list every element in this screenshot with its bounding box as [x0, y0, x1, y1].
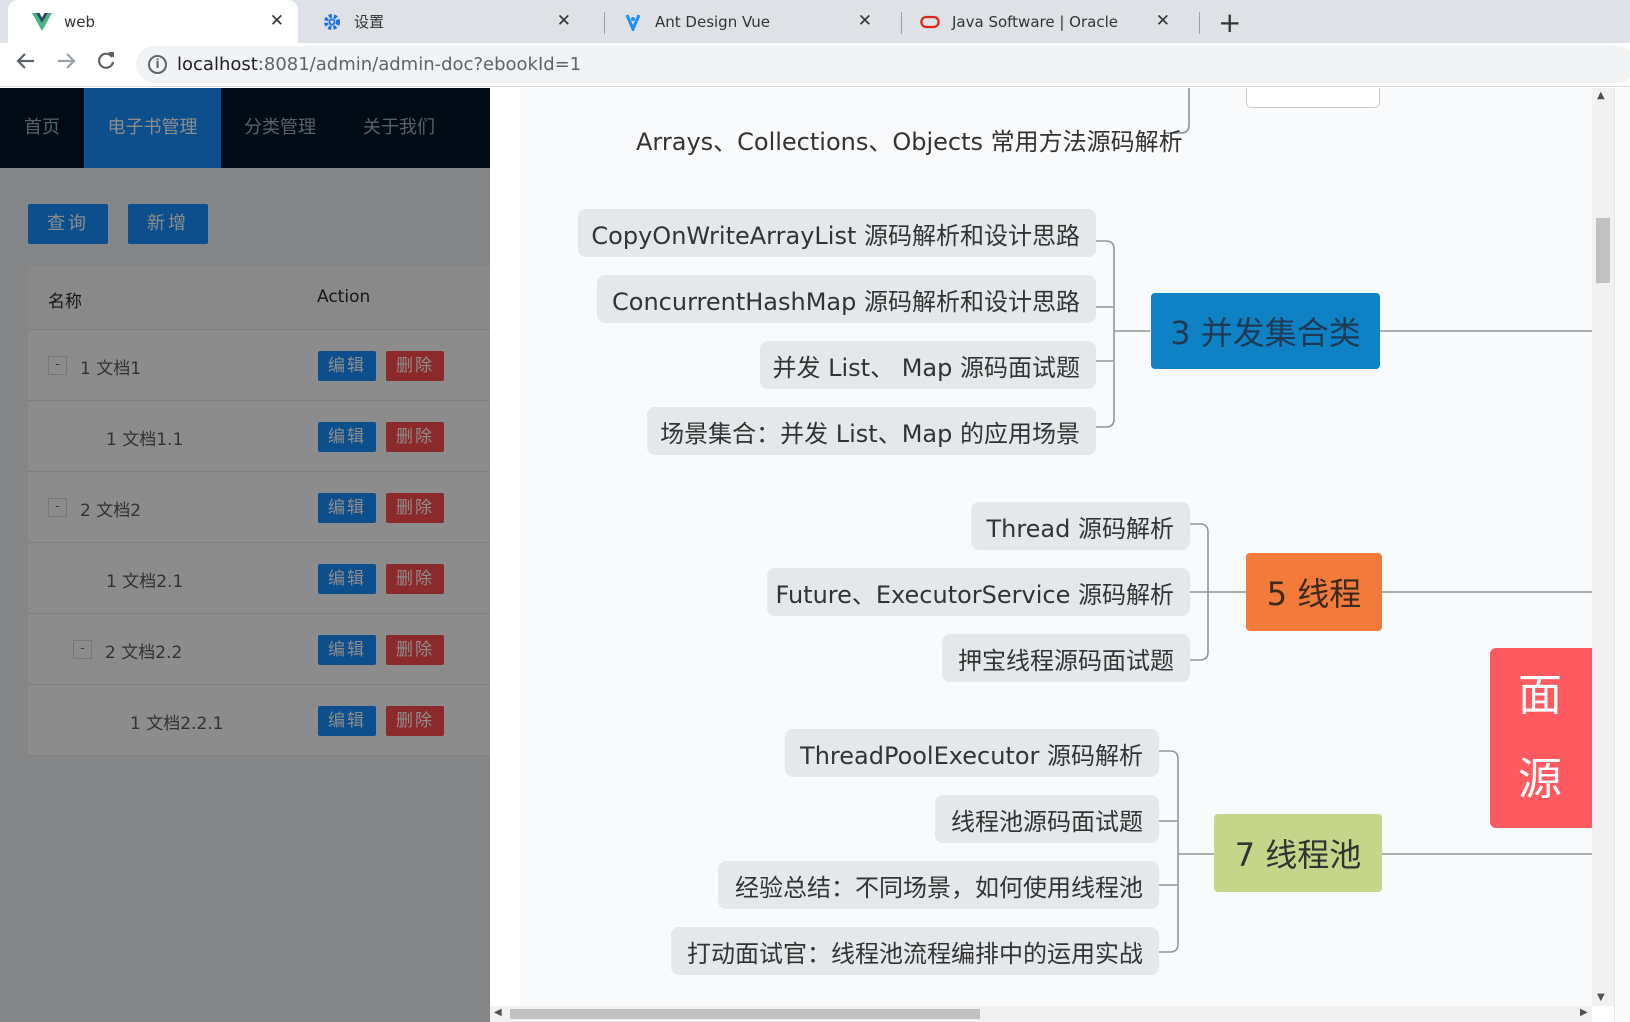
scroll-right-icon[interactable]: ▶ — [1580, 1007, 1588, 1018]
mindmap-topic[interactable]: 并发 List、 Map 源码面试题 — [760, 341, 1096, 389]
browser-toolbar: i localhost:8081/admin/admin-doc?ebookId… — [0, 43, 1630, 87]
reload-icon — [98, 52, 115, 69]
root-text-line: 源 — [1518, 754, 1562, 805]
ant-design-icon — [623, 12, 643, 32]
mindmap-topic[interactable]: ConcurrentHashMap 源码解析和设计思路 — [597, 275, 1096, 323]
tab-separator — [1199, 12, 1200, 34]
scroll-left-icon[interactable]: ◀ — [494, 1007, 502, 1018]
scroll-thumb[interactable] — [510, 1009, 980, 1019]
forward-button[interactable] — [56, 51, 76, 77]
partial-node[interactable] — [1246, 88, 1380, 108]
vertical-scrollbar[interactable]: ▲ ▼ — [1592, 88, 1614, 1006]
tab-close-icon[interactable]: ✕ — [557, 11, 571, 31]
info-icon[interactable]: i — [148, 55, 167, 74]
mindmap-topic[interactable]: 场景集合：并发 List、Map 的应用场景 — [647, 407, 1096, 455]
url-host: localhost — [177, 54, 258, 75]
browser-tab-web[interactable]: web ✕ — [8, 0, 298, 43]
mindmap-canvas[interactable]: Arrays、Collections、Objects 常用方法源码解析 Copy… — [520, 88, 1592, 1006]
mindmap-topic[interactable]: 押宝线程源码面试题 — [942, 634, 1190, 682]
browser-tab-oracle[interactable]: Java Software | Oracle ✕ — [896, 0, 1184, 43]
browser-tab-bar: web ✕ 设置 ✕ Ant Design Vue ✕ Java Softwar… — [0, 0, 1630, 43]
mindmap-topic[interactable]: ThreadPoolExecutor 源码解析 — [785, 729, 1159, 777]
mindmap-topic[interactable]: 线程池源码面试题 — [935, 795, 1159, 843]
mindmap-hub-concurrent-collections[interactable]: 3 并发集合类 — [1151, 293, 1380, 369]
tab-title: Ant Design Vue — [655, 12, 770, 31]
scroll-up-icon[interactable]: ▲ — [1597, 90, 1605, 101]
tab-title: Java Software | Oracle — [952, 12, 1118, 31]
arrow-left-icon — [16, 53, 34, 69]
url-path: :8081/admin/admin-doc?ebookId=1 — [257, 54, 582, 75]
reload-button[interactable] — [96, 51, 116, 77]
browser-tab-settings[interactable]: 设置 ✕ — [298, 0, 585, 43]
mindmap-topic[interactable]: CopyOnWriteArrayList 源码解析和设计思路 — [578, 209, 1096, 257]
admin-page: 首页 电子书管理 分类管理 关于我们 查询 新增 名称 Action - 1 文… — [0, 88, 1630, 1022]
scroll-down-icon[interactable]: ▼ — [1597, 992, 1605, 1003]
tab-title: 设置 — [354, 13, 385, 31]
mindmap-topic[interactable]: 经验总结：不同场景，如何使用线程池 — [718, 861, 1159, 909]
horizontal-scrollbar[interactable]: ◀ ▶ — [490, 1006, 1592, 1022]
mindmap-hub-thread-pool[interactable]: 7 线程池 — [1214, 814, 1382, 892]
tab-close-icon[interactable]: ✕ — [270, 11, 284, 31]
arrow-right-icon — [58, 53, 76, 69]
url-text[interactable]: localhost:8081/admin/admin-doc?ebookId=1 — [177, 54, 581, 75]
browser-tab-antd[interactable]: Ant Design Vue ✕ — [599, 0, 886, 43]
address-bar[interactable]: i localhost:8081/admin/admin-doc?ebookId… — [136, 46, 1630, 83]
oracle-icon — [920, 12, 940, 32]
gear-icon — [322, 12, 342, 32]
mindmap-root-node[interactable]: 面 源 — [1490, 648, 1592, 828]
scroll-thumb[interactable] — [1596, 218, 1610, 283]
root-text-line: 面 — [1518, 670, 1562, 721]
new-tab-button[interactable]: + — [1218, 6, 1241, 39]
vue-icon — [32, 12, 52, 32]
back-button[interactable] — [16, 51, 36, 77]
mindmap-topic[interactable]: 打动面试官：线程池流程编排中的运用实战 — [671, 927, 1159, 975]
drawer-edge — [1614, 88, 1630, 1022]
mindmap-topic[interactable]: Arrays、Collections、Objects 常用方法源码解析 — [636, 122, 1183, 157]
tab-title: web — [64, 12, 96, 31]
tab-close-icon[interactable]: ✕ — [858, 11, 872, 31]
mindmap-topic[interactable]: Future、ExecutorService 源码解析 — [767, 568, 1190, 616]
tab-close-icon[interactable]: ✕ — [1156, 11, 1170, 31]
mindmap-hub-thread[interactable]: 5 线程 — [1246, 553, 1382, 631]
mindmap-topic[interactable]: Thread 源码解析 — [971, 502, 1190, 550]
doc-drawer: Arrays、Collections、Objects 常用方法源码解析 Copy… — [490, 88, 1630, 1022]
